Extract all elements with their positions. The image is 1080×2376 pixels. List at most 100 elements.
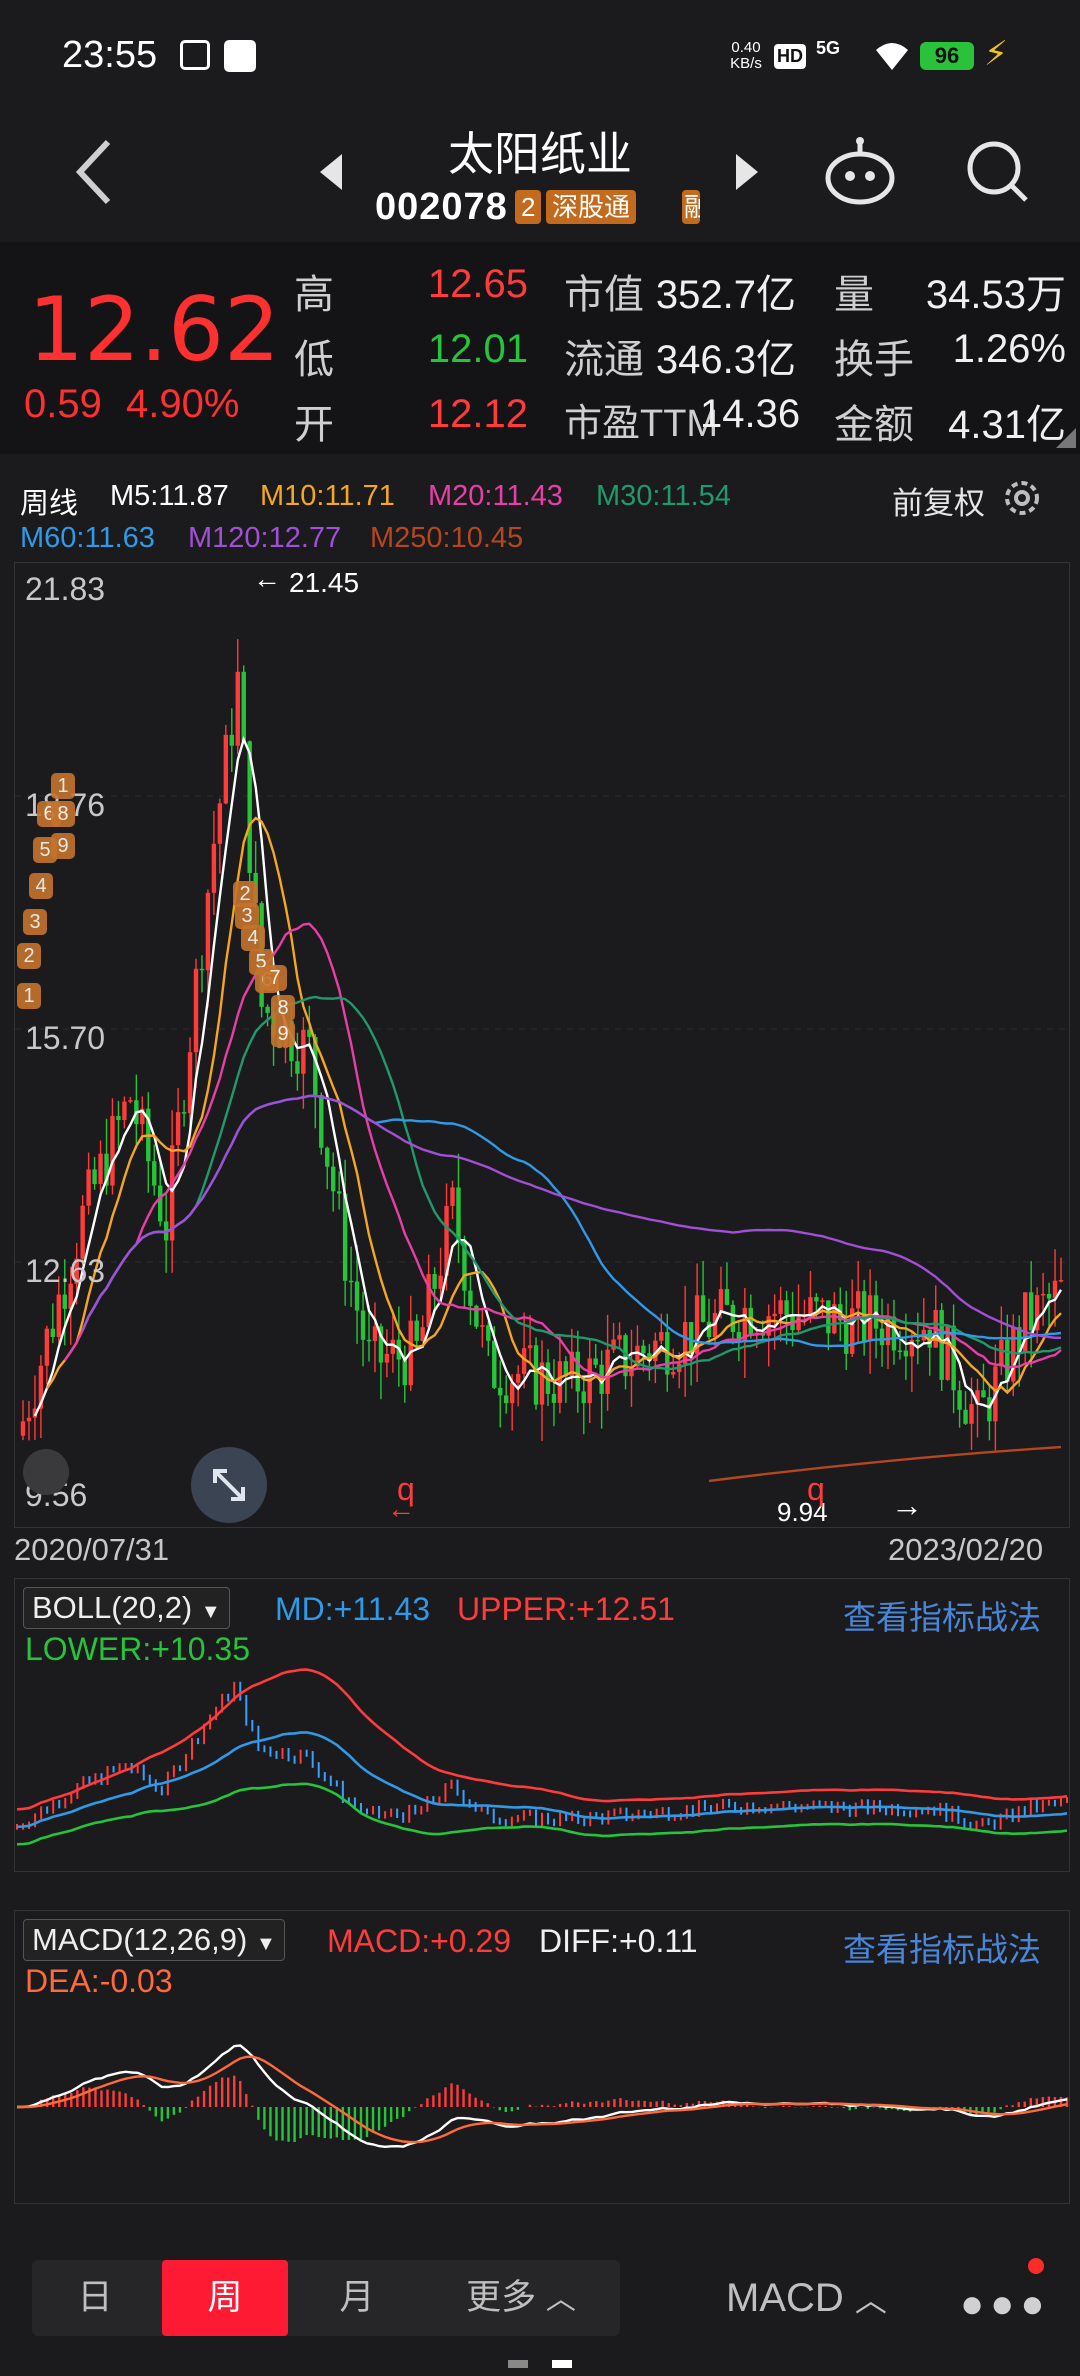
candle-body [199, 968, 205, 971]
candle-body [295, 1061, 300, 1074]
float-label: 流通 [564, 338, 644, 382]
candle-body [181, 1112, 187, 1114]
vol-label: 量 [834, 273, 874, 317]
signal-marker: 1 [51, 773, 75, 799]
candle-body [504, 1395, 509, 1404]
candle-body [110, 1116, 115, 1186]
candle-body [456, 1187, 461, 1242]
bottom-toolbar: 日 周 月 更多 ︿ MACD ︿ ●●● [0, 2210, 1080, 2376]
candle-body [44, 1328, 50, 1366]
tag-exchange[interactable]: 深股通 [546, 190, 637, 224]
candle-body [98, 1153, 103, 1185]
candle-body [700, 1295, 706, 1322]
candle-body [1058, 1280, 1064, 1282]
ma30-line [81, 995, 1062, 1371]
next-stock-icon[interactable] [732, 152, 760, 192]
settings-gear-icon[interactable] [1000, 476, 1044, 520]
candle-body [820, 1300, 825, 1302]
candle-body [62, 1294, 67, 1309]
ma60-line [81, 1094, 1062, 1348]
signal-marker: 1 [17, 983, 41, 1009]
home-indicator [508, 2360, 572, 2368]
ma30-label: M30:11.54 [596, 480, 731, 512]
candle-body [56, 1294, 61, 1337]
stock-name: 太阳纸业 [448, 128, 632, 180]
more-menu-icon[interactable]: ●●● [960, 2282, 1050, 2327]
y-label-4: 12.63 [25, 1253, 106, 1289]
candle-body [903, 1350, 909, 1357]
adjust-label[interactable]: 前复权 [892, 478, 985, 523]
candle-body [20, 1421, 26, 1436]
period-week[interactable]: 周 [162, 2260, 288, 2336]
candle-body [217, 803, 223, 844]
candle-body [897, 1350, 903, 1352]
period-day[interactable]: 日 [32, 2260, 158, 2336]
open-label: 开 [294, 403, 334, 447]
signal-marker: 8 [271, 995, 295, 1021]
charging-icon: ⚡ [984, 35, 1008, 73]
net-speed: 0.40 KB/s [726, 40, 766, 72]
mktcap-value: 352.7亿 [655, 273, 796, 317]
candle-body [957, 1390, 962, 1410]
signal-marker: 9 [271, 1021, 295, 1047]
candle-body [969, 1404, 974, 1424]
signal-marker: 7 [263, 965, 287, 991]
candle-body [581, 1391, 586, 1404]
candle-body [450, 1187, 455, 1207]
kline-svg [15, 639, 1069, 1483]
candle-body [492, 1340, 497, 1388]
indicator-switcher[interactable]: MACD ︿ [726, 2260, 887, 2336]
candle-body [641, 1345, 646, 1354]
fullscreen-button[interactable] [191, 1447, 267, 1523]
collapse-button[interactable] [23, 1449, 69, 1495]
candle-body [772, 1313, 777, 1317]
signal-marker: 4 [29, 873, 53, 899]
candle-body [915, 1339, 921, 1342]
period-label: 周线 [20, 488, 79, 520]
period-month[interactable]: 月 [294, 2260, 420, 2336]
float-value: 346.3亿 [655, 338, 796, 382]
candle-body [235, 671, 240, 746]
candle-body [987, 1397, 992, 1422]
period-more[interactable]: 更多 ︿ [428, 2260, 614, 2336]
candle-body [86, 1169, 91, 1206]
candle-body [414, 1320, 419, 1341]
candle-body [963, 1409, 968, 1424]
signal-icon: 5G [816, 38, 841, 58]
kline-chart[interactable]: 21.83 18.76 15.70 12.63 9.56 ← 21.45 9.9… [14, 562, 1070, 1528]
amount-value: 4.31亿 [948, 403, 1066, 447]
candle-body [1028, 1292, 1034, 1331]
ma120-line [81, 1094, 1061, 1339]
chevron-up-icon: ︿ [545, 2283, 576, 2316]
candle-body [778, 1300, 783, 1314]
candle-body [265, 1006, 270, 1013]
candle-body [152, 1161, 157, 1186]
high-value: 12.65 [427, 262, 528, 306]
search-icon[interactable] [964, 138, 1032, 206]
candle-body [844, 1320, 849, 1354]
macd-panel[interactable]: MACD(12,26,9) ▼ MACD:+0.29 DIFF:+0.11 DE… [14, 1910, 1070, 2204]
current-price: 12.62 [28, 278, 280, 381]
macd-diff-line [16, 2044, 1068, 2149]
candle-body [158, 1185, 163, 1222]
q-arrow-left: ← [387, 1493, 415, 1524]
candle-body [724, 1289, 730, 1305]
status-bar: 23:55 0.40 KB/s HD 5G 96 ⚡ [0, 0, 1080, 110]
more-label: 更多 [466, 2278, 537, 2317]
pe-label: 市盈TTM [564, 403, 719, 445]
expand-corner-icon[interactable] [1056, 428, 1076, 448]
quote-panel[interactable]: 12.62 0.59 4.90% 高 12.65 低 12.01 开 12.12… [0, 242, 1080, 454]
candle-body [718, 1289, 724, 1313]
candle-body [169, 1145, 175, 1241]
stock-code: 002078 [375, 186, 508, 228]
boll-panel[interactable]: BOLL(20,2) ▼ MD:+11.43 UPPER:+12.51 LOWE… [14, 1578, 1070, 1872]
battery-icon: 96 [920, 42, 974, 70]
signal-marker: 4 [241, 925, 265, 951]
mktcap-label: 市值 [564, 273, 644, 317]
robot-assistant-icon[interactable] [822, 134, 898, 210]
candle-body [706, 1321, 712, 1338]
candle-body [432, 1274, 437, 1289]
candle-body [551, 1393, 557, 1403]
candle-body [611, 1339, 616, 1350]
tag-partial[interactable]: 融 [682, 190, 700, 224]
